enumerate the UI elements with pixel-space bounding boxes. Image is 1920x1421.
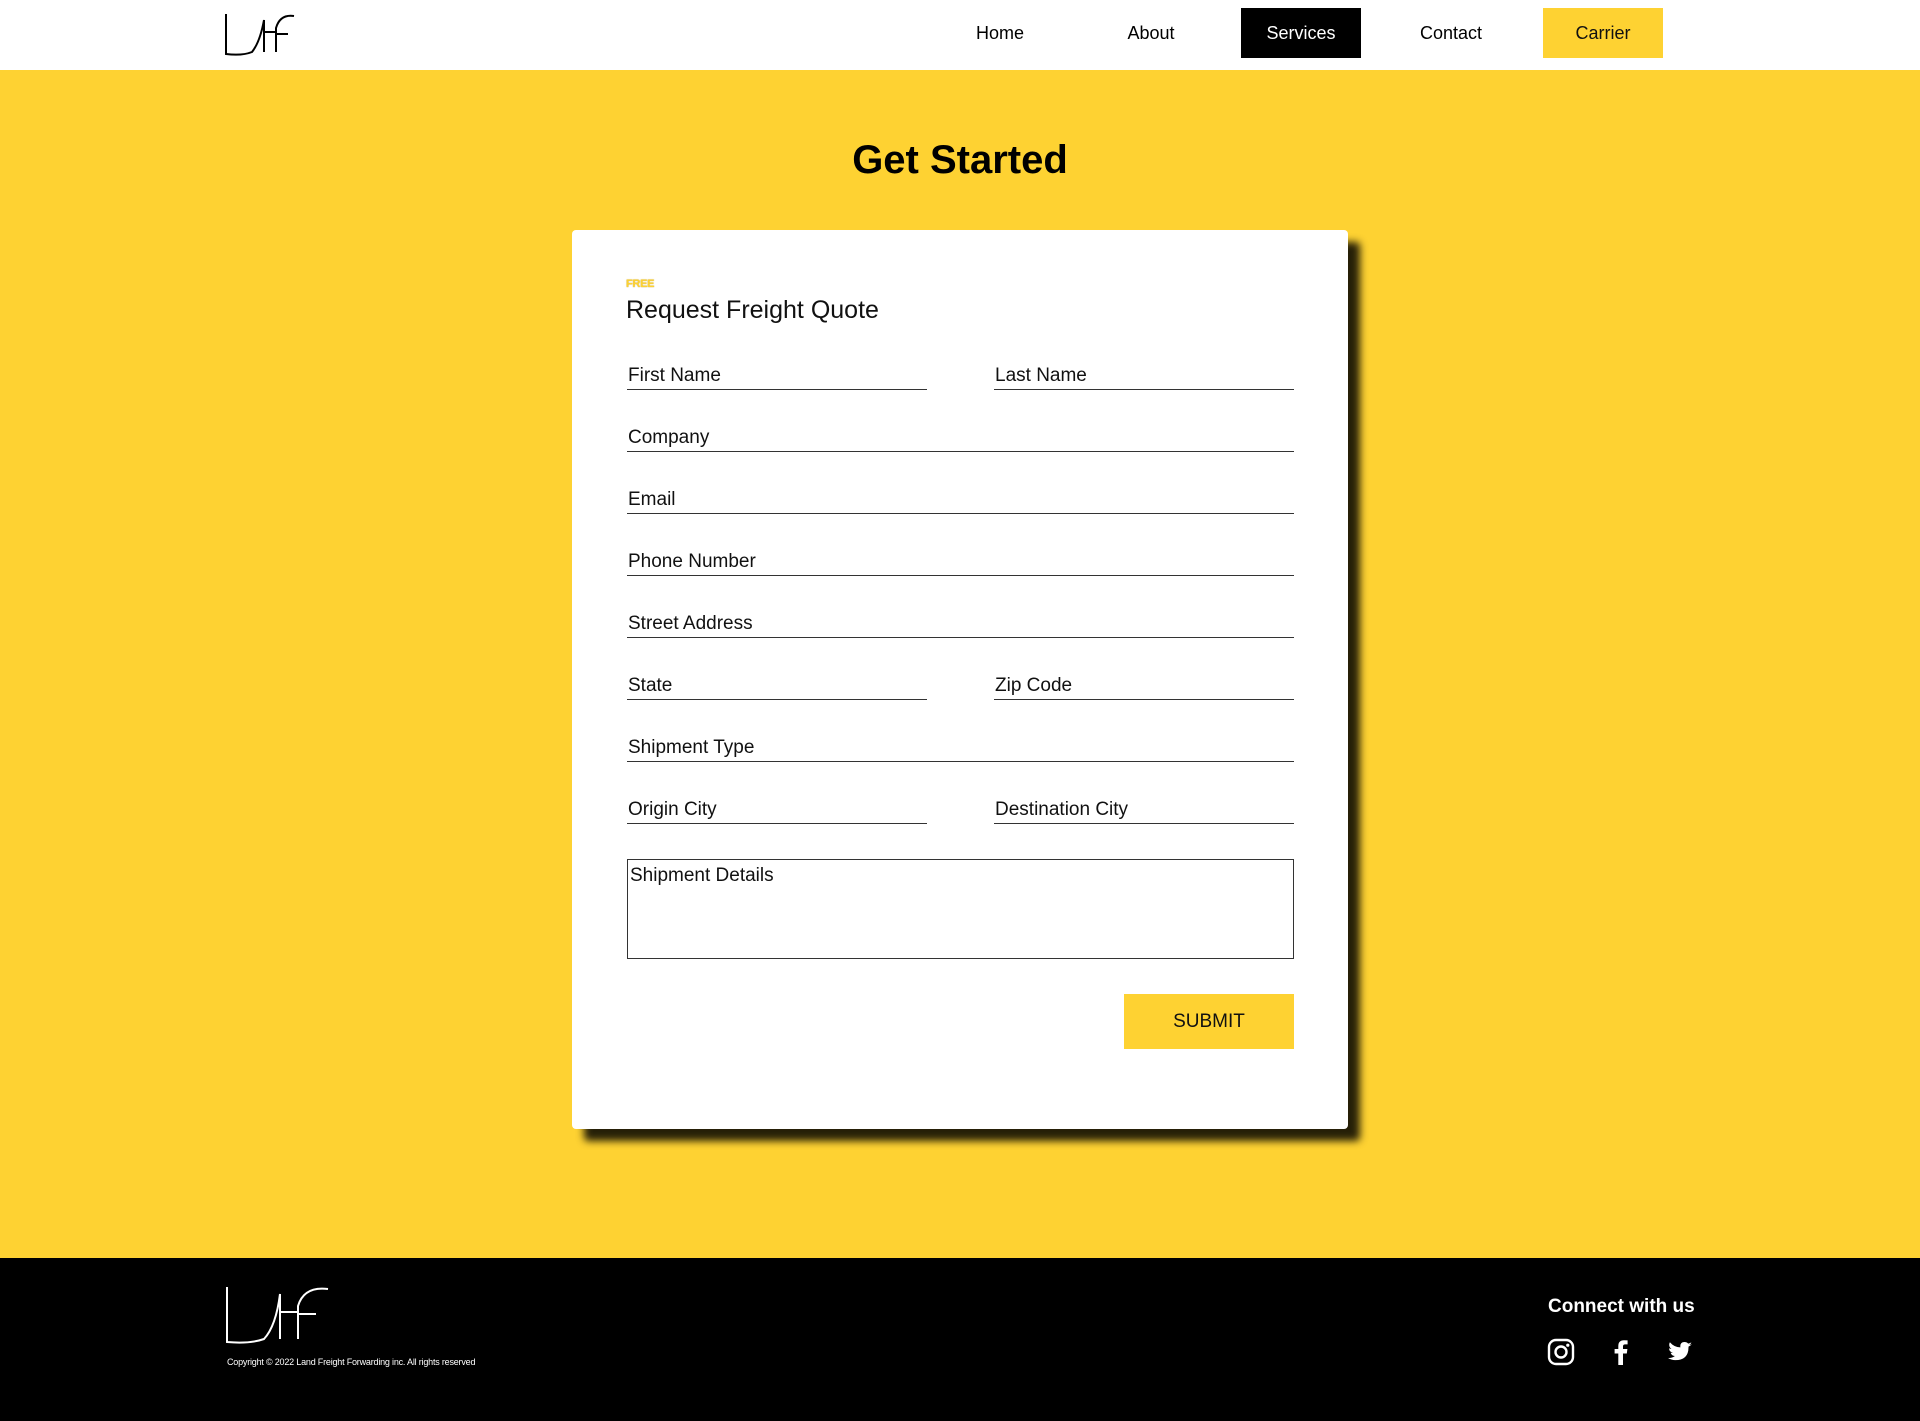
twitter-icon[interactable] xyxy=(1666,1338,1694,1366)
destination-city-label: Destination City xyxy=(995,799,1129,820)
company-label: Company xyxy=(628,427,710,448)
site-header: Home About Services Contact Carrier xyxy=(0,0,1920,70)
street-address-label: Street Address xyxy=(628,613,753,634)
state-field[interactable]: State xyxy=(627,670,927,700)
nav-services[interactable]: Services xyxy=(1241,8,1361,58)
shipment-type-field[interactable]: Shipment Type xyxy=(627,732,1294,762)
company-field[interactable]: Company xyxy=(627,422,1294,452)
nav-contact[interactable]: Contact xyxy=(1391,8,1511,58)
free-badge: FREE xyxy=(626,278,655,290)
connect-heading: Connect with us xyxy=(1548,1296,1695,1317)
origin-city-field[interactable]: Origin City xyxy=(627,794,927,824)
zip-code-field[interactable]: Zip Code xyxy=(994,670,1294,700)
first-name-label: First Name xyxy=(628,365,721,386)
origin-city-label: Origin City xyxy=(628,799,717,820)
footer-lff-logo xyxy=(226,1287,329,1344)
lff-logo[interactable] xyxy=(224,12,300,58)
form-title: Request Freight Quote xyxy=(626,296,879,324)
quote-form-card: FREE Request Freight Quote First Name La… xyxy=(572,230,1348,1129)
facebook-icon[interactable] xyxy=(1607,1338,1635,1366)
shipment-type-label: Shipment Type xyxy=(628,737,755,758)
page-title: Get Started xyxy=(852,138,1068,182)
copyright-text: Copyright © 2022 Land Freight Forwarding… xyxy=(227,1357,476,1367)
last-name-label: Last Name xyxy=(995,365,1087,386)
nav-carrier-button[interactable]: Carrier xyxy=(1543,8,1663,58)
site-footer: Copyright © 2022 Land Freight Forwarding… xyxy=(0,1258,1920,1421)
instagram-icon[interactable] xyxy=(1547,1338,1575,1366)
nav-home[interactable]: Home xyxy=(940,8,1060,58)
email-label: Email xyxy=(628,489,676,510)
submit-button[interactable]: SUBMIT xyxy=(1124,994,1294,1049)
nav-about[interactable]: About xyxy=(1091,8,1211,58)
first-name-field[interactable]: First Name xyxy=(627,360,927,390)
shipment-details-textarea[interactable]: Shipment Details xyxy=(627,859,1294,959)
street-address-field[interactable]: Street Address xyxy=(627,608,1294,638)
destination-city-field[interactable]: Destination City xyxy=(994,794,1294,824)
last-name-field[interactable]: Last Name xyxy=(994,360,1294,390)
phone-number-label: Phone Number xyxy=(628,551,756,572)
state-label: State xyxy=(628,675,673,696)
email-field[interactable]: Email xyxy=(627,484,1294,514)
zip-code-label: Zip Code xyxy=(995,675,1073,696)
phone-number-field[interactable]: Phone Number xyxy=(627,546,1294,576)
shipment-details-label: Shipment Details xyxy=(630,865,774,886)
